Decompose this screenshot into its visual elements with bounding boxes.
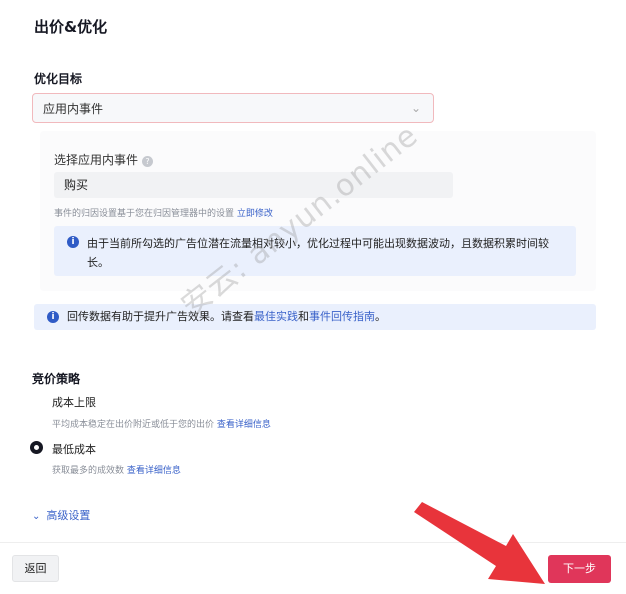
optimization-goal-value: 应用内事件 (43, 102, 104, 116)
lowest-cost-radio[interactable] (30, 441, 43, 454)
traffic-notice-text: 由于当前所勾选的广告位潜在流量相对较小，优化过程中可能出现数据波动，且数据积累时… (87, 237, 549, 269)
postback-joiner: 和 (298, 310, 309, 323)
app-event-label-text: 选择应用内事件 (54, 153, 139, 167)
best-practice-link[interactable]: 最佳实践 (254, 310, 298, 323)
lowest-cost-option[interactable]: 最低成本 (52, 441, 96, 457)
red-arrow-icon (414, 502, 545, 584)
optimization-goal-label: 优化目标 (34, 72, 83, 86)
chevron-down-icon: ⌄ (410, 101, 421, 115)
bid-strategy-label: 竞价策略 (32, 372, 81, 386)
postback-notice-text: 回传数据有助于提升广告效果。请查看最佳实践和事件回传指南。 (67, 310, 386, 324)
info-icon: i (47, 311, 59, 323)
postback-suffix: 。 (375, 310, 386, 323)
cost-cap-desc: 平均成本稳定在出价附近或低于您的出价 查看详细信息 (52, 417, 271, 430)
attribution-note: 事件的归因设置基于您在归因管理器中的设置 立即修改 (54, 206, 273, 219)
app-event-field[interactable]: 购买 (54, 172, 453, 198)
info-icon: i (67, 236, 79, 248)
back-button[interactable]: 返回 (12, 555, 59, 582)
footer-divider (0, 542, 626, 543)
help-icon[interactable]: ? (142, 156, 154, 167)
attribution-note-text: 事件的归因设置基于您在归因管理器中的设置 (54, 209, 235, 219)
lowest-cost-desc-text: 获取最多的成效数 (52, 466, 125, 476)
lowest-cost-details-link[interactable]: 查看详细信息 (127, 466, 181, 476)
postback-prefix: 回传数据有助于提升广告效果。请查看 (67, 310, 254, 323)
page-title: 出价&优化 (34, 18, 108, 36)
lowest-cost-desc: 获取最多的成效数 查看详细信息 (52, 463, 181, 476)
traffic-notice: i 由于当前所勾选的广告位潜在流量相对较小，优化过程中可能出现数据波动，且数据积… (54, 226, 576, 276)
app-event-label: 选择应用内事件? (54, 151, 154, 168)
double-chevron-down-icon: ⌄ (32, 511, 41, 522)
cost-cap-desc-text: 平均成本稳定在出价附近或低于您的出价 (52, 420, 215, 430)
next-button[interactable]: 下一步 (548, 555, 611, 583)
cost-cap-option[interactable]: 成本上限 (52, 394, 96, 410)
event-postback-guide-link[interactable]: 事件回传指南 (309, 310, 375, 323)
optimization-goal-select[interactable]: 应用内事件 ⌄ (32, 93, 434, 123)
advanced-settings-toggle[interactable]: ⌄ 高级设置 (32, 507, 90, 523)
advanced-settings-label: 高级设置 (46, 509, 91, 522)
cost-cap-details-link[interactable]: 查看详细信息 (217, 420, 271, 430)
postback-notice: i 回传数据有助于提升广告效果。请查看最佳实践和事件回传指南。 (34, 304, 596, 330)
modify-now-link[interactable]: 立即修改 (237, 209, 273, 219)
